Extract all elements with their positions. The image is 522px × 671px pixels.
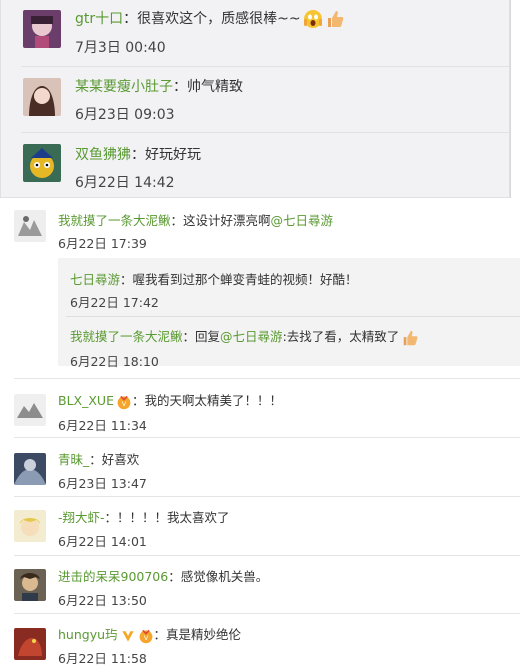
comment-time: 6月22日 11:34	[58, 418, 147, 433]
separator: ：	[168, 569, 181, 584]
replier-name[interactable]: 七日尋游	[70, 272, 120, 287]
comment-item: 双鱼狒狒：好玩好玩 6月22日 14:42	[1, 132, 511, 198]
commenter-name[interactable]: 我就摸了一条大泥鳅	[58, 213, 171, 228]
panel-border	[510, 0, 511, 198]
commenter-name[interactable]: 青昧_	[58, 452, 89, 467]
comment-text: 真是精妙绝伦	[166, 627, 242, 642]
comment-time: 7月3日 00:40	[75, 40, 166, 56]
separator: ：	[173, 79, 187, 95]
top-comments-panel: gtr十口：很喜欢这个，质感很棒~~ 7月3日 00:40 某某要瘦小肚子：帅气…	[0, 0, 510, 198]
verified-v-icon	[120, 628, 136, 644]
user-avatar[interactable]	[23, 78, 61, 116]
comment-time: 6月22日 13:50	[58, 593, 147, 608]
user-avatar[interactable]	[14, 453, 46, 485]
badge-icon: V	[138, 628, 154, 644]
comment-text: 帅气精致	[187, 79, 243, 95]
comment-time: 6月22日 17:39	[58, 236, 147, 251]
replier-name[interactable]: 我就摸了一条大泥鳅	[70, 329, 183, 344]
commenter-name[interactable]: BLX_XUE	[58, 393, 114, 408]
divider	[66, 316, 520, 317]
commenter-name[interactable]: 进击的呆呆900706	[58, 569, 168, 584]
commenter-name[interactable]: gtr十口	[75, 11, 123, 27]
user-avatar[interactable]	[14, 210, 46, 242]
separator: ：	[89, 452, 102, 467]
commenter-name[interactable]: -翔大虾-	[58, 510, 105, 525]
comment-text: 好玩好玩	[145, 147, 201, 163]
thumbs-up-icon	[401, 329, 419, 347]
user-avatar[interactable]	[23, 10, 61, 48]
divider	[14, 496, 520, 497]
separator: ：	[104, 510, 118, 525]
thumbs-up-icon	[325, 9, 345, 29]
separator: ：	[170, 213, 184, 228]
separator: ：	[131, 147, 145, 163]
reply-prefix: 回复	[195, 329, 221, 344]
separator: ：	[182, 329, 196, 344]
reply-text: :去找了看，太精致了	[282, 329, 400, 344]
user-avatar[interactable]	[14, 394, 46, 426]
reply-time: 6月22日 17:42	[70, 295, 159, 310]
separator: ：	[123, 11, 138, 27]
separator: ：	[131, 393, 145, 408]
comment-text: 这设计好漂亮啊	[183, 213, 271, 228]
comment-time: 6月23日 13:47	[58, 476, 147, 491]
divider	[14, 378, 520, 379]
user-avatar[interactable]	[14, 510, 46, 542]
divider	[14, 555, 520, 556]
commenter-name[interactable]: 双鱼狒狒	[75, 147, 131, 163]
user-avatar[interactable]	[14, 569, 46, 601]
commenter-name[interactable]: 某某要瘦小肚子	[75, 79, 173, 95]
scream-emoji-icon	[303, 9, 323, 29]
svg-text:V: V	[122, 400, 127, 408]
comment-text: 感觉像机关兽。	[180, 569, 269, 584]
divider	[14, 613, 520, 614]
svg-text:V: V	[143, 634, 148, 642]
comment-time: 6月22日 14:01	[58, 534, 147, 549]
user-avatar[interactable]	[23, 144, 61, 182]
mention-link[interactable]: @七日尋游	[271, 213, 334, 228]
user-avatar[interactable]	[14, 628, 46, 660]
comment-time: 6月22日 11:58	[58, 651, 147, 666]
comment-item: 某某要瘦小肚子：帅气精致 6月23日 09:03	[1, 66, 511, 132]
comment-text: 我的天啊太精美了！！！	[144, 393, 282, 408]
separator: ：	[153, 627, 167, 642]
comment-text: 很喜欢这个，质感很棒~~	[137, 11, 301, 27]
comment-time: 6月23日 09:03	[75, 107, 175, 123]
badge-icon: V	[116, 394, 132, 410]
reply-text: 喔我看到过那个蝉变青蛙的视频！好酷！	[132, 272, 358, 287]
commenter-name[interactable]: hungyu玙	[58, 627, 118, 642]
divider	[14, 437, 520, 438]
reply-time: 6月22日 18:10	[70, 354, 159, 369]
comment-item: gtr十口：很喜欢这个，质感很棒~~ 7月3日 00:40	[1, 0, 511, 66]
comment-text: ！！！！我太喜欢了	[117, 510, 230, 525]
reply-item: 七日尋游：喔我看到过那个蝉变青蛙的视频！好酷！	[70, 269, 358, 288]
reply-item: 我就摸了一条大泥鳅：回复@七日尋游:去找了看，太精致了	[70, 326, 419, 347]
mention-link[interactable]: @七日尋游	[220, 329, 283, 344]
comment-time: 6月22日 14:42	[75, 175, 175, 191]
comment-text: 好喜欢	[101, 452, 140, 467]
separator: ：	[120, 272, 133, 287]
